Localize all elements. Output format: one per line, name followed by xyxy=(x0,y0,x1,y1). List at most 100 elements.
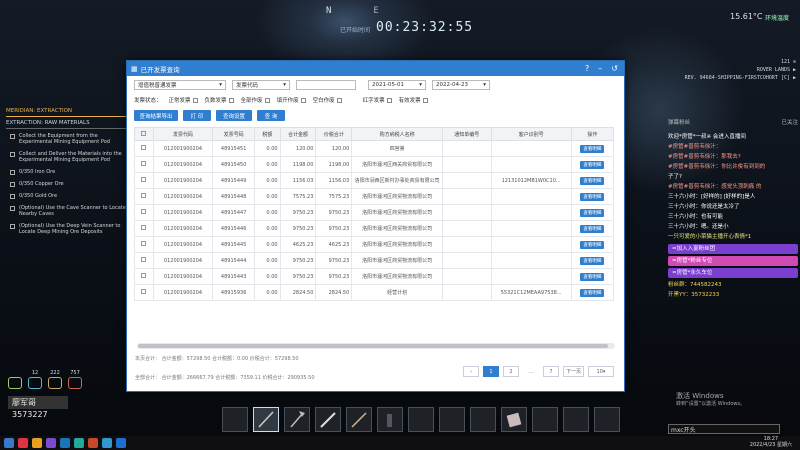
keyword-input[interactable] xyxy=(296,80,356,90)
check-red[interactable]: 红字发票 xyxy=(363,96,392,104)
column-header[interactable]: 合计金额 xyxy=(279,127,317,141)
app-icon[interactable] xyxy=(74,438,84,448)
app-icon[interactable] xyxy=(18,438,28,448)
query-button[interactable]: 查 询 xyxy=(257,110,285,121)
prev-page-button[interactable]: ‹ xyxy=(462,366,479,377)
follow-status[interactable]: 已关注 xyxy=(781,118,798,128)
window-grid-icon: ▦ xyxy=(131,64,138,73)
row-checkbox[interactable] xyxy=(134,188,154,205)
code-field-select[interactable]: 发票代码 ▾ xyxy=(232,80,290,90)
row-checkbox[interactable] xyxy=(134,268,154,285)
stat-water: 12 xyxy=(28,370,42,389)
app-icon[interactable] xyxy=(88,438,98,448)
table-row[interactable]: 012001900204 48915450 0.00 1198.00 1198.00 洛阳… xyxy=(134,156,615,173)
minimize-icon[interactable]: – xyxy=(598,64,602,73)
table-row[interactable]: 012001900204 48915449 0.00 1156.03 1156.03 洛阳… xyxy=(134,172,615,189)
invoice-type-select[interactable]: 增值税普通发票 ▾ xyxy=(134,80,226,90)
table-cell xyxy=(442,156,492,173)
view-detail-button[interactable]: 查看明细 xyxy=(580,160,605,169)
column-header[interactable]: 价税合计 xyxy=(315,127,353,141)
export-button[interactable]: 查询结果导出 xyxy=(134,110,178,121)
app-icon[interactable] xyxy=(116,438,126,448)
hotbar-slot[interactable] xyxy=(594,407,620,432)
column-header[interactable]: 发票号码 xyxy=(212,127,256,141)
table-row[interactable]: 012001900204 48915447 0.00 9750.23 9750.23 洛阳… xyxy=(134,204,615,221)
row-checkbox[interactable] xyxy=(134,284,154,301)
view-detail-button[interactable]: 查看明细 xyxy=(580,144,605,153)
date-to-input[interactable]: 2022-04-23 ▾ xyxy=(432,80,490,90)
table-cell: 查看明细 xyxy=(570,268,615,285)
column-header[interactable]: 购方纳税人名称 xyxy=(351,127,444,141)
check-valid[interactable]: 有效发票 xyxy=(399,96,428,104)
app-icon[interactable] xyxy=(46,438,56,448)
column-header[interactable]: 客户识别号 xyxy=(490,127,572,141)
scrollbar-thumb[interactable] xyxy=(138,344,608,348)
print-button[interactable]: 打 印 xyxy=(183,110,211,121)
view-detail-button[interactable]: 查看明细 xyxy=(580,256,605,265)
view-detail-button[interactable]: 查看明细 xyxy=(580,240,605,249)
row-checkbox[interactable] xyxy=(134,236,154,253)
hotbar-slot[interactable] xyxy=(408,407,434,432)
hotbar-slot[interactable] xyxy=(563,407,589,432)
table-row[interactable]: 012001900204 48915451 0.00 120.00 120.00 四宫第查… xyxy=(134,140,615,157)
steam-icon[interactable] xyxy=(60,438,70,448)
folder-icon[interactable] xyxy=(32,438,42,448)
table-row[interactable]: 012001900204 48915446 0.00 9750.23 9750.23 洛阳… xyxy=(134,220,615,237)
table-row[interactable]: 012001900204 48915445 0.00 4625.23 4625.23 洛阳… xyxy=(134,236,615,253)
table-cell: 9750.23 xyxy=(315,220,353,237)
query-settings-button[interactable]: 查询设置 xyxy=(216,110,252,121)
row-checkbox[interactable] xyxy=(134,140,154,157)
check-normal[interactable]: 正常发票 xyxy=(169,96,198,104)
hotbar-slot-axe[interactable] xyxy=(284,407,310,432)
view-detail-button[interactable]: 查看明细 xyxy=(580,176,605,185)
rover-line: REV. 94684-SHIPPING-FIRSTCOHORT [C] ▶ xyxy=(684,75,796,81)
select-all-checkbox[interactable] xyxy=(134,127,154,141)
table-cell: 0.00 xyxy=(254,284,281,301)
page-7-button[interactable]: 7 xyxy=(542,366,559,377)
table-row[interactable]: 012001900204 48915448 0.00 7575.23 7575.23 洛阳… xyxy=(134,188,615,205)
hotbar-slot-pickaxe[interactable] xyxy=(253,407,279,432)
row-checkbox[interactable] xyxy=(134,156,154,173)
check-void-issued[interactable]: 填开作废 xyxy=(277,96,306,104)
horizontal-scrollbar[interactable] xyxy=(137,343,615,349)
check-void-blank[interactable]: 空白作废 xyxy=(313,96,342,104)
page-2-button[interactable]: 2 xyxy=(502,366,519,377)
view-detail-button[interactable]: 查看明细 xyxy=(580,288,605,297)
hotbar-slot-flashlight[interactable] xyxy=(377,407,403,432)
table-row[interactable]: 012001900204 48915443 0.00 9750.23 9750.23 洛阳… xyxy=(134,268,615,285)
row-checkbox[interactable] xyxy=(134,252,154,269)
hotbar-slot[interactable] xyxy=(470,407,496,432)
app-icon[interactable] xyxy=(102,438,112,448)
table-row[interactable]: 012001900204 48915444 0.00 9750.23 9750.23 洛阳… xyxy=(134,252,615,269)
windows-start-icon[interactable] xyxy=(4,438,14,448)
check-void-all[interactable]: 全部作废 xyxy=(241,96,270,104)
hotbar-slot[interactable] xyxy=(439,407,465,432)
table-row[interactable]: 012001900204 48915936 0.00 2824.50 2824.50 经营… xyxy=(134,284,615,301)
column-header[interactable]: 通知单编号 xyxy=(442,127,492,141)
table-cell: 48915446 xyxy=(212,220,256,237)
check-negative[interactable]: 负数发票 xyxy=(205,96,234,104)
view-detail-button[interactable]: 查看明细 xyxy=(580,208,605,217)
row-checkbox[interactable] xyxy=(134,172,154,189)
view-detail-button[interactable]: 查看明细 xyxy=(580,272,605,281)
hotbar-slot-tool[interactable] xyxy=(346,407,372,432)
page-size-select[interactable]: 10 ▾ xyxy=(588,366,614,377)
next-page-button[interactable]: 下一页 xyxy=(562,366,584,377)
view-detail-button[interactable]: 查看明细 xyxy=(580,224,605,233)
hotbar-slot[interactable] xyxy=(222,407,248,432)
hotbar-slot[interactable] xyxy=(532,407,558,432)
system-clock[interactable]: 18:27 2022/4/23 星期六 xyxy=(750,436,792,448)
chat-tab-fans[interactable]: 弹幕粉丝 xyxy=(668,118,690,128)
hotbar-slot-knife[interactable] xyxy=(315,407,341,432)
row-checkbox[interactable] xyxy=(134,204,154,221)
help-icon[interactable]: ? xyxy=(585,64,589,73)
hotbar-slot-note[interactable] xyxy=(501,407,527,432)
date-from-input[interactable]: 2021-05-01 ▾ xyxy=(368,80,426,90)
page-1-button[interactable]: 1 xyxy=(482,366,499,377)
back-icon[interactable]: ↺ xyxy=(611,64,618,73)
column-header[interactable]: 发票代码 xyxy=(152,127,214,141)
row-checkbox[interactable] xyxy=(134,220,154,237)
column-header[interactable]: 税额 xyxy=(254,127,281,141)
view-detail-button[interactable]: 查看明细 xyxy=(580,192,605,201)
chat-input[interactable]: mxc开头 xyxy=(668,424,780,434)
